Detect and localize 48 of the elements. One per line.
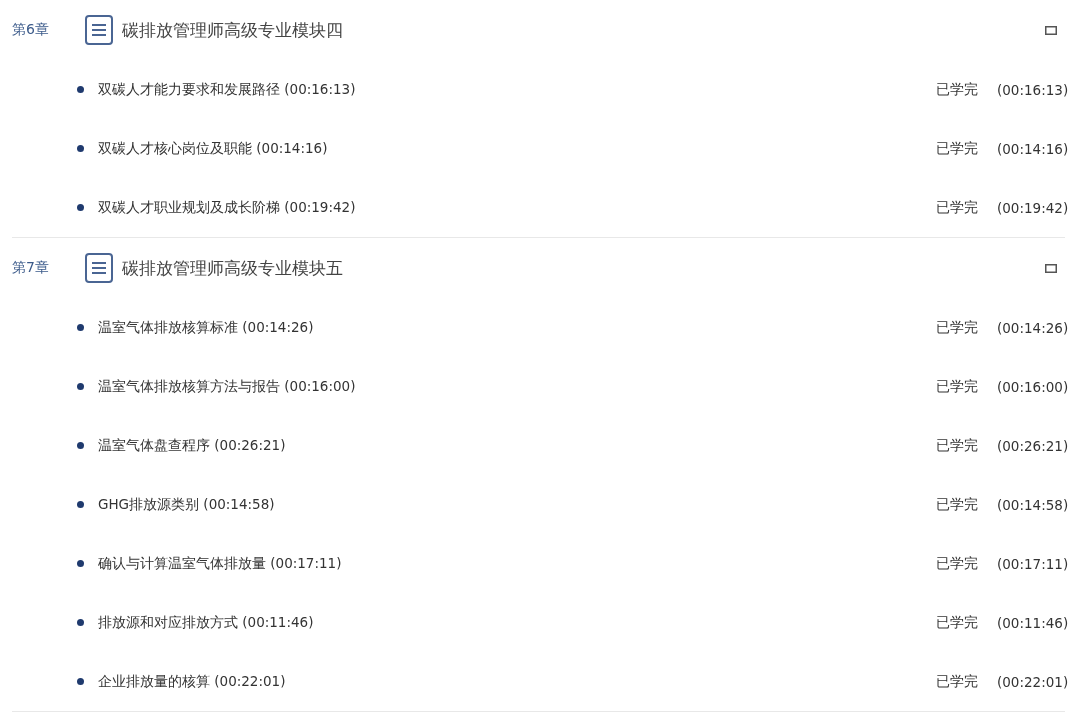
- bullet-icon: [77, 560, 84, 567]
- lesson-title[interactable]: 温室气体排放核算方法与报告 (00:16:00): [98, 377, 936, 396]
- lesson-duration: (00:26:21): [997, 437, 1065, 454]
- bullet-icon: [77, 145, 84, 152]
- lesson-title[interactable]: 温室气体排放核算标准 (00:14:26): [98, 318, 936, 337]
- lesson-title[interactable]: GHG排放源类别 (00:14:58): [98, 495, 936, 514]
- lesson-title[interactable]: 双碳人才核心岗位及职能 (00:14:16): [98, 139, 936, 158]
- collapse-toggle-icon[interactable]: [1045, 25, 1057, 35]
- bullet-icon: [77, 678, 84, 685]
- chapter-title: 碳排放管理师高级专业模块五: [122, 256, 344, 280]
- document-icon: [85, 253, 113, 283]
- lesson-duration: (00:19:42): [997, 199, 1065, 216]
- bullet-icon: [77, 442, 84, 449]
- bullet-icon: [77, 324, 84, 331]
- bullet-icon: [77, 619, 84, 626]
- chapter-number: 第6章: [12, 21, 50, 39]
- lesson-status: 已学完: [936, 318, 979, 337]
- chapter-title: 碳排放管理师高级专业模块四: [122, 18, 344, 42]
- lesson-status: 已学完: [936, 495, 979, 514]
- lesson-duration: (00:11:46): [997, 614, 1065, 631]
- lesson-status: 已学完: [936, 198, 979, 217]
- lesson-status: 已学完: [936, 436, 979, 455]
- lesson-title[interactable]: 双碳人才职业规划及成长阶梯 (00:19:42): [98, 198, 936, 217]
- lesson-status: 已学完: [936, 554, 979, 573]
- lesson-title[interactable]: 排放源和对应排放方式 (00:11:46): [98, 613, 936, 632]
- lesson-title[interactable]: 企业排放量的核算 (00:22:01): [98, 672, 936, 691]
- lesson-status: 已学完: [936, 613, 979, 632]
- lesson-duration: (00:17:11): [997, 555, 1065, 572]
- chapter-number: 第7章: [12, 259, 50, 277]
- bullet-icon: [77, 501, 84, 508]
- lesson-duration: (00:14:58): [997, 496, 1065, 513]
- bullet-icon: [77, 204, 84, 211]
- lesson-status: 已学完: [936, 139, 979, 158]
- lesson-status: 已学完: [936, 80, 979, 99]
- lesson-status: 已学完: [936, 672, 979, 691]
- lesson-status: 已学完: [936, 377, 979, 396]
- lesson-duration: (00:22:01): [997, 673, 1065, 690]
- lesson-duration: (00:14:16): [997, 140, 1065, 157]
- document-icon: [85, 15, 113, 45]
- lesson-title[interactable]: 确认与计算温室气体排放量 (00:17:11): [98, 554, 936, 573]
- lesson-duration: (00:16:00): [997, 378, 1065, 395]
- lesson-duration: (00:16:13): [997, 81, 1065, 98]
- bullet-icon: [77, 86, 84, 93]
- lesson-title[interactable]: 双碳人才能力要求和发展路径 (00:16:13): [98, 80, 936, 99]
- collapse-toggle-icon[interactable]: [1045, 263, 1057, 273]
- lesson-duration: (00:14:26): [997, 319, 1065, 336]
- bullet-icon: [77, 383, 84, 390]
- lesson-title[interactable]: 温室气体盘查程序 (00:26:21): [98, 436, 936, 455]
